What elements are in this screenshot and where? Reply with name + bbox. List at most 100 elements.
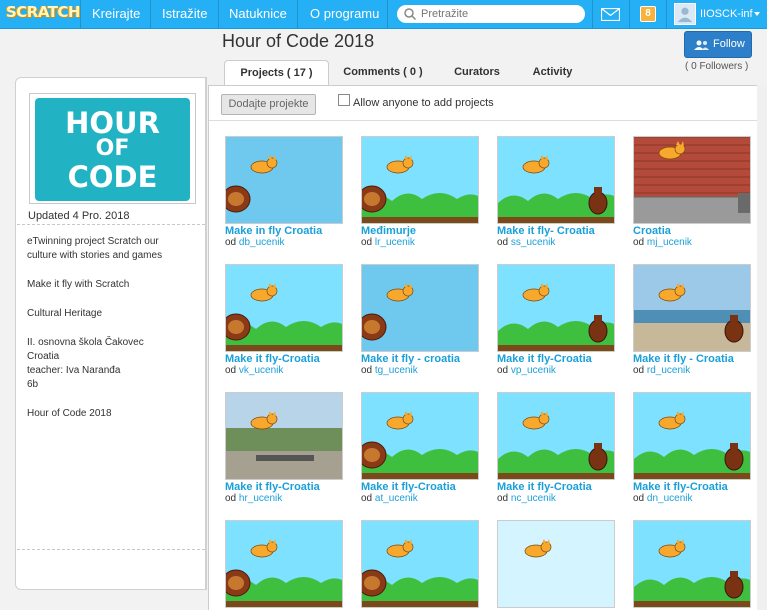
project-title[interactable]: Make it fly-Croatia <box>225 353 355 365</box>
project-thumbnail[interactable] <box>497 264 615 352</box>
project-scene-icon <box>226 265 342 351</box>
nav-tips[interactable]: Natuknice <box>229 0 287 29</box>
project-thumbnail[interactable] <box>633 264 751 352</box>
tab-comments[interactable]: Comments ( 0 ) <box>337 60 429 85</box>
follow-button[interactable]: Follow <box>684 31 752 58</box>
description-line: II. osnovna škola Čakovec <box>27 337 144 348</box>
avatar[interactable] <box>674 3 696 25</box>
project-title[interactable]: Make it fly-Croatia <box>225 481 355 493</box>
add-projects-button[interactable]: Dodajte projekte <box>221 94 316 115</box>
nav-about[interactable]: O programu <box>310 0 379 29</box>
project-thumbnail[interactable] <box>633 520 751 608</box>
projects-gallery: Make in fly Croatia od db_ucenik Međimurje… <box>209 122 767 610</box>
project-thumbnail[interactable] <box>361 136 479 224</box>
project-owner: od ss_ucenik <box>497 237 555 248</box>
my-stuff-icon[interactable]: 8 <box>640 6 656 22</box>
description-line: culture with stories and games <box>27 250 163 261</box>
project-title[interactable]: Međimurje <box>361 225 491 237</box>
project-owner: od at_ucenik <box>361 493 418 504</box>
project-owner: od nc_ucenik <box>497 493 556 504</box>
project-title[interactable]: Make it fly-Croatia <box>361 481 491 493</box>
messages-icon[interactable] <box>601 8 620 21</box>
owner-username-link[interactable]: hr_ucenik <box>239 493 282 504</box>
allow-anyone-checkbox[interactable] <box>338 94 350 106</box>
project-scene-icon <box>362 521 478 607</box>
project-thumbnail[interactable] <box>361 520 479 608</box>
owner-username-link[interactable]: vp_ucenik <box>511 365 556 376</box>
nav-divider <box>150 0 151 29</box>
chevron-down-icon[interactable] <box>754 12 760 16</box>
logo-line: HOUR <box>65 106 160 140</box>
project-owner: od mj_ucenik <box>633 237 692 248</box>
project-title[interactable]: Make it fly - Croatia <box>633 353 763 365</box>
project-title[interactable]: Make it fly- Croatia <box>497 225 627 237</box>
username-label[interactable]: IIOSCK-inf <box>700 0 753 29</box>
owner-prefix: od <box>361 493 373 504</box>
search-input[interactable] <box>421 6 579 22</box>
nav-explore[interactable]: Istražite <box>162 0 208 29</box>
projects-panel: Dodajte projekte Allow anyone to add pro… <box>208 85 767 610</box>
tab-curators[interactable]: Curators <box>442 60 512 85</box>
owner-username-link[interactable]: rd_ucenik <box>647 365 690 376</box>
project-thumbnail[interactable] <box>497 392 615 480</box>
owner-username-link[interactable]: vk_ucenik <box>239 365 283 376</box>
owner-username-link[interactable]: tg_ucenik <box>375 365 418 376</box>
project-thumbnail[interactable] <box>225 520 343 608</box>
project-scene-icon <box>498 521 614 607</box>
tab-activity[interactable]: Activity <box>520 60 585 85</box>
page-title: Hour of Code 2018 <box>222 31 375 51</box>
owner-username-link[interactable]: db_ucenik <box>239 237 285 248</box>
tab-projects[interactable]: Projects ( 17 ) <box>224 60 329 86</box>
scrollbar[interactable] <box>757 85 767 610</box>
project-title[interactable]: Make in fly Croatia <box>225 225 355 237</box>
project-owner: od lr_ucenik <box>361 237 415 248</box>
project-scene-icon <box>634 265 750 351</box>
owner-prefix: od <box>633 237 645 248</box>
owner-username-link[interactable]: mj_ucenik <box>647 237 692 248</box>
description-line: Make it fly with Scratch <box>27 279 130 290</box>
owner-username-link[interactable]: ss_ucenik <box>511 237 555 248</box>
description-line: 6b <box>27 379 39 390</box>
project-thumbnail[interactable] <box>225 392 343 480</box>
owner-username-link[interactable]: at_ucenik <box>375 493 418 504</box>
project-title[interactable]: Make it fly-Croatia <box>633 481 763 493</box>
nav-divider <box>666 0 667 29</box>
owner-prefix: od <box>361 237 373 248</box>
project-title[interactable]: Croatia <box>633 225 763 237</box>
allow-anyone-label: Allow anyone to add projects <box>353 97 494 109</box>
owner-username-link[interactable]: lr_ucenik <box>375 237 415 248</box>
project-thumbnail[interactable] <box>633 136 751 224</box>
project-owner: od db_ucenik <box>225 237 285 248</box>
owner-username-link[interactable]: nc_ucenik <box>511 493 556 504</box>
project-thumbnail[interactable] <box>225 136 343 224</box>
description-line: eTwinning project Scratch our <box>27 236 159 247</box>
owner-prefix: od <box>633 365 645 376</box>
owner-prefix: od <box>497 237 509 248</box>
owner-username-link[interactable]: dn_ucenik <box>647 493 693 504</box>
project-scene-icon <box>498 265 614 351</box>
nav-divider <box>80 0 81 29</box>
project-thumbnail[interactable] <box>361 264 479 352</box>
owner-prefix: od <box>225 237 237 248</box>
owner-prefix: od <box>225 365 237 376</box>
project-title[interactable]: Make it fly-Croatia <box>497 481 627 493</box>
description-line: Cultural Heritage <box>27 308 103 319</box>
project-title[interactable]: Make it fly-Croatia <box>497 353 627 365</box>
project-owner: od dn_ucenik <box>633 493 693 504</box>
logo-line: CODE <box>67 160 158 194</box>
project-thumbnail[interactable] <box>633 392 751 480</box>
nav-divider <box>592 0 593 29</box>
project-title[interactable]: Make it fly - croatia <box>361 353 491 365</box>
followers-count: ( 0 Followers ) <box>685 61 749 72</box>
project-thumbnail[interactable] <box>497 520 615 608</box>
nav-divider <box>387 0 388 29</box>
project-thumbnail[interactable] <box>497 136 615 224</box>
scratch-logo[interactable]: SCRATCH <box>6 3 81 25</box>
project-scene-icon <box>498 137 614 223</box>
nav-create[interactable]: Kreirajte <box>92 0 140 29</box>
studio-description: eTwinning project Scratch our culture wi… <box>17 224 205 550</box>
project-thumbnail[interactable] <box>225 264 343 352</box>
logo-line: OF <box>95 136 130 161</box>
project-thumbnail[interactable] <box>361 392 479 480</box>
project-scene-icon <box>634 521 750 607</box>
